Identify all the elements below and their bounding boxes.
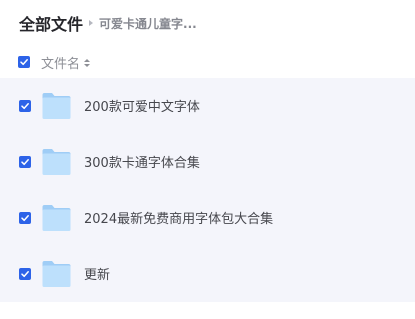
list-item[interactable]: 300款卡通字体合集 — [0, 134, 415, 190]
row-checkbox[interactable] — [19, 268, 31, 280]
checkbox-checked-icon — [21, 271, 29, 278]
chevron-right-icon — [89, 20, 94, 26]
breadcrumb-current: 可爱卡通儿童字... — [99, 16, 197, 31]
folder-icon — [42, 93, 71, 119]
file-browser: 全部文件 可爱卡通儿童字... 文件名 200款可爱中文字体 300款卡通字体合… — [0, 0, 415, 319]
file-name[interactable]: 300款卡通字体合集 — [84, 152, 200, 171]
table-header: 文件名 — [0, 48, 415, 76]
file-name[interactable]: 2024最新免费商用字体包大合集 — [84, 208, 273, 227]
breadcrumb: 全部文件 可爱卡通儿童字... — [19, 12, 197, 34]
list-item[interactable]: 2024最新免费商用字体包大合集 — [0, 190, 415, 246]
folder-icon — [42, 149, 71, 175]
column-header-label: 文件名 — [41, 57, 81, 72]
file-name[interactable]: 更新 — [84, 264, 110, 283]
checkbox-checked-icon — [21, 103, 29, 110]
sort-icon[interactable] — [84, 58, 91, 67]
checkbox-checked-icon — [20, 59, 28, 66]
select-all-checkbox[interactable] — [18, 56, 30, 68]
folder-icon — [42, 205, 71, 231]
row-checkbox[interactable] — [19, 156, 31, 168]
breadcrumb-root[interactable]: 全部文件 — [19, 11, 83, 35]
checkbox-checked-icon — [21, 215, 29, 222]
file-list: 200款可爱中文字体 300款卡通字体合集 2024最新免费商用字体包大合集 更… — [0, 78, 415, 302]
folder-icon — [42, 261, 71, 287]
checkbox-checked-icon — [21, 159, 29, 166]
row-checkbox[interactable] — [19, 212, 31, 224]
list-item[interactable]: 200款可爱中文字体 — [0, 78, 415, 134]
row-checkbox[interactable] — [19, 100, 31, 112]
list-item[interactable]: 更新 — [0, 246, 415, 302]
file-name[interactable]: 200款可爱中文字体 — [84, 96, 200, 115]
column-header-filename[interactable]: 文件名 — [41, 53, 91, 72]
